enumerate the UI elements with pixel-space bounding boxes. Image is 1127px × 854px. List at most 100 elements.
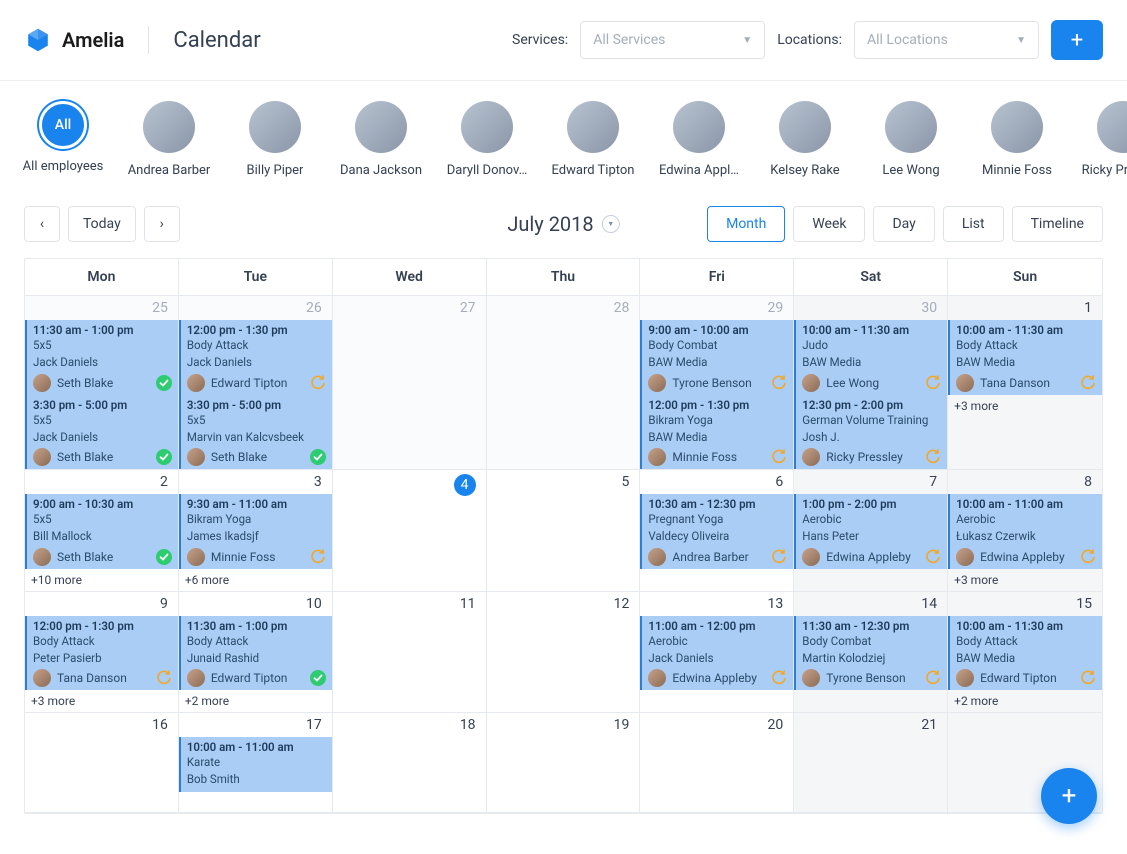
- calendar-day-cell[interactable]: 2612:00 pm - 1:30 pmBody AttackJack Dani…: [179, 296, 333, 470]
- event-employee: Edwina Appleby: [980, 550, 1074, 564]
- more-events-link[interactable]: +2 more: [948, 690, 1102, 712]
- calendar-event[interactable]: 12:30 pm - 2:00 pmGerman Volume Training…: [794, 395, 947, 470]
- view-week-button[interactable]: Week: [793, 206, 865, 242]
- calendar-event[interactable]: 11:00 am - 12:00 pmAerobicJack DanielsEd…: [640, 616, 793, 691]
- calendar-event[interactable]: 9:00 am - 10:00 amBody CombatBAW MediaTy…: [640, 320, 793, 395]
- brand-name: Amelia: [62, 28, 124, 52]
- calendar-event[interactable]: 10:30 am - 12:30 pmPregnant YogaValdecy …: [640, 494, 793, 569]
- calendar-event[interactable]: 10:00 am - 11:30 amBody AttackBAW MediaE…: [948, 616, 1102, 691]
- view-month-button[interactable]: Month: [707, 206, 785, 242]
- day-number: 19: [487, 713, 640, 737]
- calendar-day-cell[interactable]: 1411:30 am - 12:30 pmBody CombatMartin K…: [794, 592, 948, 714]
- calendar-day-cell[interactable]: 12: [487, 592, 641, 714]
- calendar-event[interactable]: 12:00 pm - 1:30 pmBikram YogaBAW MediaMi…: [640, 395, 793, 470]
- more-events-link[interactable]: +2 more: [179, 690, 332, 712]
- more-events-link[interactable]: +3 more: [25, 690, 178, 712]
- calendar-day-cell[interactable]: 810:00 am - 11:00 amAerobicŁukasz Czerwi…: [948, 470, 1102, 592]
- calendar-day-cell[interactable]: 299:00 am - 10:00 amBody CombatBAW Media…: [640, 296, 794, 470]
- event-time: 12:00 pm - 1:30 pm: [648, 398, 787, 412]
- calendar-day-cell[interactable]: 39:30 am - 11:00 amBikram YogaJames Ikad…: [179, 470, 333, 592]
- event-employee: Andrea Barber: [672, 550, 765, 564]
- employee-mini-avatar: [802, 374, 820, 392]
- calendar-day-cell[interactable]: 29:00 am - 10:30 am5x5Bill MallockSeth B…: [25, 470, 179, 592]
- event-service: Aerobic: [648, 633, 787, 650]
- calendar-day-cell[interactable]: 18: [333, 713, 487, 813]
- chevron-down-icon: ▼: [1016, 35, 1026, 46]
- calendar-day-cell[interactable]: 1510:00 am - 11:30 amBody AttackBAW Medi…: [948, 592, 1102, 714]
- employee-filter-item[interactable]: AllAll employees: [24, 101, 102, 178]
- calendar-event[interactable]: 9:30 am - 11:00 amBikram YogaJames Ikads…: [179, 494, 332, 569]
- calendar-event[interactable]: 12:00 pm - 1:30 pmBody AttackJack Daniel…: [179, 320, 332, 395]
- calendar-day-cell[interactable]: 110:00 am - 11:30 amBody AttackBAW Media…: [948, 296, 1102, 470]
- calendar-event[interactable]: 3:30 pm - 5:00 pm5x5Jack DanielsSeth Bla…: [25, 395, 178, 470]
- calendar-day-cell[interactable]: 28: [487, 296, 641, 470]
- calendar-day-cell[interactable]: 21: [794, 713, 948, 813]
- employee-filter-item[interactable]: Andrea Barber: [130, 101, 208, 178]
- calendar-day-cell[interactable]: 610:30 am - 12:30 pmPregnant YogaValdecy…: [640, 470, 794, 592]
- employee-filter-item[interactable]: Edwina Appl…: [660, 101, 738, 178]
- more-events-link[interactable]: +3 more: [948, 569, 1102, 591]
- view-list-button[interactable]: List: [943, 206, 1004, 242]
- status-pending-icon: [310, 549, 326, 565]
- calendar-event[interactable]: 11:30 am - 12:30 pmBody CombatMartin Kol…: [794, 616, 947, 691]
- event-employee: Edward Tipton: [980, 671, 1074, 685]
- event-time: 11:30 am - 12:30 pm: [802, 619, 941, 633]
- calendar-day-cell[interactable]: 1011:30 am - 1:00 pmBody AttackJunaid Ra…: [179, 592, 333, 714]
- plus-icon: +: [1071, 28, 1083, 53]
- employee-filter-item[interactable]: Lee Wong: [872, 101, 950, 178]
- calendar-day-cell[interactable]: 71:00 pm - 2:00 pmAerobicHans PeterEdwin…: [794, 470, 948, 592]
- event-time: 10:00 am - 11:30 am: [956, 619, 1096, 633]
- calendar-day-cell[interactable]: 27: [333, 296, 487, 470]
- employee-filter-item[interactable]: Kelsey Rake: [766, 101, 844, 178]
- month-picker-button[interactable]: ▼: [602, 215, 620, 233]
- view-day-button[interactable]: Day: [873, 206, 934, 242]
- more-events-link[interactable]: +3 more: [948, 395, 1102, 417]
- calendar-day-cell[interactable]: 2511:30 am - 1:00 pm5x5Jack DanielsSeth …: [25, 296, 179, 470]
- view-timeline-button[interactable]: Timeline: [1012, 206, 1103, 242]
- employee-filter-item[interactable]: Billy Piper: [236, 101, 314, 178]
- calendar-day-cell[interactable]: 4: [333, 470, 487, 592]
- employee-mini-avatar: [187, 669, 205, 687]
- more-events-link[interactable]: +6 more: [179, 569, 332, 591]
- employee-avatar: [461, 101, 513, 153]
- add-button[interactable]: +: [1051, 20, 1103, 60]
- calendar-day-cell[interactable]: 20: [640, 713, 794, 813]
- employee-filter-item[interactable]: Ricky Pressley: [1084, 101, 1127, 178]
- calendar-event[interactable]: 9:00 am - 10:30 am5x5Bill MallockSeth Bl…: [25, 494, 178, 569]
- services-select[interactable]: All Services ▼: [580, 21, 765, 59]
- prev-button[interactable]: ‹: [24, 206, 60, 242]
- fab-add-button[interactable]: +: [1041, 768, 1097, 824]
- event-customer: Junaid Rashid: [187, 650, 326, 667]
- calendar-day-cell[interactable]: 19: [487, 713, 641, 813]
- calendar-event[interactable]: 10:00 am - 11:30 amJudoBAW MediaLee Wong: [794, 320, 947, 395]
- calendar-event[interactable]: 3:30 pm - 5:00 pm5x5Marvin van Kalcvsbee…: [179, 395, 332, 470]
- calendar-day-cell[interactable]: 1710:00 am - 11:00 amKarateBob Smith: [179, 713, 333, 813]
- day-header: Tue: [179, 259, 333, 296]
- chevron-down-icon: ▼: [742, 35, 752, 46]
- calendar-event[interactable]: 1:00 pm - 2:00 pmAerobicHans PeterEdwina…: [794, 494, 947, 569]
- employee-filter-item[interactable]: Dana Jackson: [342, 101, 420, 178]
- more-events-link[interactable]: +10 more: [25, 569, 178, 591]
- employee-filter-item[interactable]: Daryll Donov…: [448, 101, 526, 178]
- calendar-event[interactable]: 11:30 am - 1:00 pmBody AttackJunaid Rash…: [179, 616, 332, 691]
- locations-select[interactable]: All Locations ▼: [854, 21, 1039, 59]
- next-button[interactable]: ›: [144, 206, 180, 242]
- calendar-event[interactable]: 10:00 am - 11:00 amKarateBob Smith: [179, 737, 332, 792]
- event-time: 10:00 am - 11:00 am: [187, 740, 326, 754]
- event-time: 9:00 am - 10:30 am: [33, 497, 172, 511]
- calendar-day-cell[interactable]: 1311:00 am - 12:00 pmAerobicJack Daniels…: [640, 592, 794, 714]
- calendar-event[interactable]: 11:30 am - 1:00 pm5x5Jack DanielsSeth Bl…: [25, 320, 178, 395]
- calendar-day-cell[interactable]: 5: [487, 470, 641, 592]
- calendar-day-cell[interactable]: 11: [333, 592, 487, 714]
- calendar-day-cell[interactable]: 3010:00 am - 11:30 amJudoBAW MediaLee Wo…: [794, 296, 948, 470]
- day-number: 11: [333, 592, 486, 616]
- employee-filter-item[interactable]: Edward Tipton: [554, 101, 632, 178]
- employee-filter-item[interactable]: Minnie Foss: [978, 101, 1056, 178]
- calendar-day-cell[interactable]: 912:00 pm - 1:30 pmBody AttackPeter Pasi…: [25, 592, 179, 714]
- calendar-event[interactable]: 10:00 am - 11:00 amAerobicŁukasz Czerwik…: [948, 494, 1102, 569]
- calendar-event[interactable]: 10:00 am - 11:30 amBody AttackBAW MediaT…: [948, 320, 1102, 395]
- calendar-event[interactable]: 12:00 pm - 1:30 pmBody AttackPeter Pasie…: [25, 616, 178, 691]
- employee-mini-avatar: [802, 448, 820, 466]
- today-button[interactable]: Today: [68, 206, 136, 242]
- calendar-day-cell[interactable]: 16: [25, 713, 179, 813]
